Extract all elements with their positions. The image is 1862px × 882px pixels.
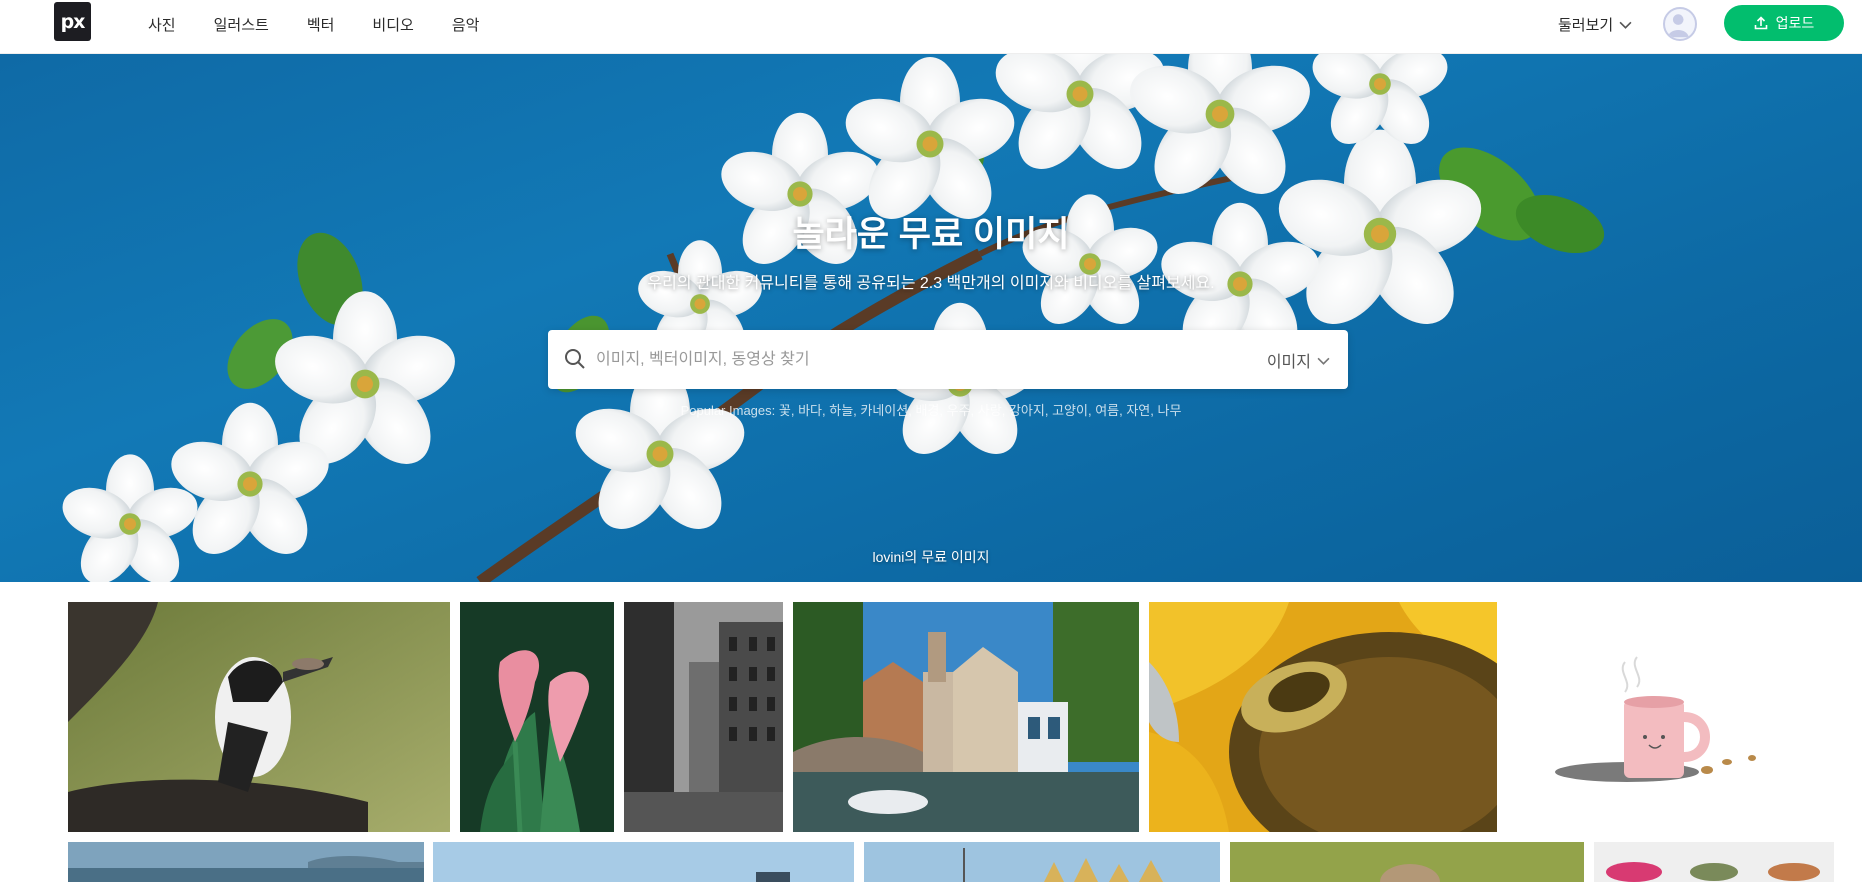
popular-tag[interactable]: 여름 xyxy=(1095,403,1119,418)
popular-tag[interactable]: 배경 xyxy=(915,403,939,418)
search-type-label: 이미지 xyxy=(1266,354,1311,371)
chevron-down-icon xyxy=(1619,21,1632,29)
kingfisher-photo[interactable] xyxy=(68,602,450,832)
nav-item-illustrations[interactable]: 일러스트 xyxy=(214,14,269,35)
hero-image-credit[interactable]: lovini의 무료 이미지 xyxy=(0,547,1862,567)
sunflower-bee-photo[interactable] xyxy=(1149,602,1497,832)
popular-tag[interactable]: 하늘 xyxy=(829,403,853,418)
hero-subtitle: 우리의 관대한 커뮤니티를 통해 공유되는 2.3 백만개의 이미지와 비디오를… xyxy=(647,275,1215,292)
nav-item-photos[interactable]: 사진 xyxy=(148,14,176,35)
nav-item-music[interactable]: 음악 xyxy=(452,14,480,35)
sea-horizon-photo[interactable] xyxy=(68,842,424,882)
popular-tag[interactable]: 사랑 xyxy=(978,403,1002,418)
nav-item-videos[interactable]: 비디오 xyxy=(372,14,413,35)
hero-background-image xyxy=(55,54,1605,582)
main-nav: 사진 일러스트 벡터 비디오 음악 xyxy=(148,0,517,48)
calla-lily-photo[interactable] xyxy=(460,602,614,832)
chevron-down-icon xyxy=(1317,357,1330,365)
popular-label: Popular Images: xyxy=(680,403,776,418)
canal-town-photo[interactable] xyxy=(793,602,1139,832)
pink-leaves-photo[interactable] xyxy=(1594,842,1834,882)
popular-tag[interactable]: 고양이 xyxy=(1052,403,1088,418)
search-icon[interactable] xyxy=(564,348,586,370)
nav-item-vectors[interactable]: 벡터 xyxy=(307,14,335,35)
upload-icon xyxy=(1754,16,1767,30)
pink-mug-illustration[interactable] xyxy=(1507,602,1813,832)
search-type-dropdown[interactable]: 이미지 xyxy=(1267,348,1330,372)
popular-images: Popular Images: 꽃, 바다, 하늘, 카네이션, 배경, 우주,… xyxy=(680,403,1182,418)
meadow-photo[interactable] xyxy=(1230,842,1584,882)
upload-label: 업로드 xyxy=(1775,15,1815,31)
popular-tag[interactable]: 꽃 xyxy=(779,403,791,418)
pixabay-logo[interactable]: px xyxy=(54,2,91,41)
popular-tag[interactable]: 강아지 xyxy=(1009,403,1045,418)
top-navigation-bar: px 사진 일러스트 벡터 비디오 음악 둘러보기 업로드 xyxy=(0,0,1862,54)
popular-tag[interactable]: 카네이션 xyxy=(860,403,908,418)
city-street-bw-photo[interactable] xyxy=(624,602,783,832)
upload-button[interactable]: 업로드 xyxy=(1724,5,1844,41)
hero-banner: 놀라운 무료 이미지 우리의 관대한 커뮤니티를 통해 공유되는 2.3 백만개… xyxy=(0,54,1862,582)
sky-photo[interactable] xyxy=(433,842,854,882)
explore-label: 둘러보기 xyxy=(1558,17,1614,34)
popular-tag[interactable]: 바다 xyxy=(798,403,822,418)
search-input[interactable] xyxy=(596,344,1236,376)
popular-tag[interactable]: 우주 xyxy=(947,403,971,418)
user-icon xyxy=(1667,14,1689,38)
hero-title: 놀라운 무료 이미지 xyxy=(792,215,1070,254)
popular-tag[interactable]: 자연 xyxy=(1126,403,1150,418)
popular-tag[interactable]: 나무 xyxy=(1158,403,1182,418)
harbor-houses-photo[interactable] xyxy=(864,842,1220,882)
user-avatar[interactable] xyxy=(1663,7,1697,41)
search-bar: 이미지 xyxy=(548,330,1348,389)
explore-dropdown[interactable]: 둘러보기 xyxy=(1558,14,1632,35)
